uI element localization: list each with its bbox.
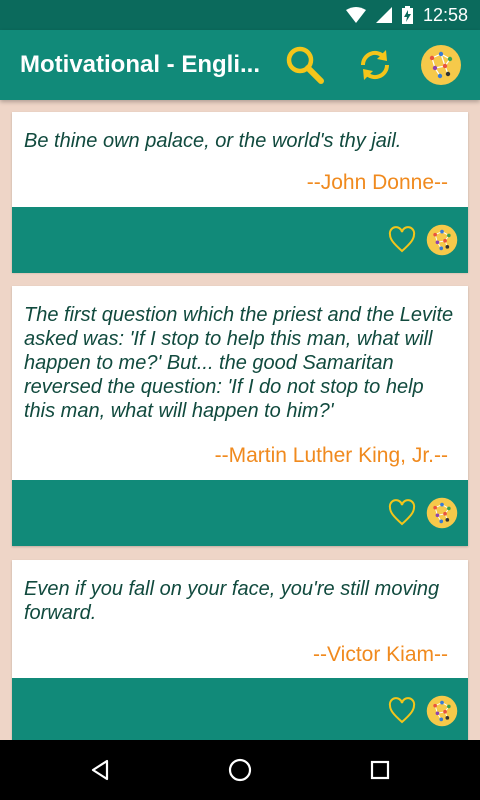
- navigation-bar: [0, 740, 480, 800]
- share-quote-icon[interactable]: [426, 695, 458, 727]
- quote-author: --John Donne--: [306, 171, 448, 194]
- quote-author: --Victor Kiam--: [313, 643, 448, 666]
- quote-text: The first question which the priest and …: [24, 304, 454, 422]
- status-time: 12:58: [422, 4, 468, 25]
- heart-icon[interactable]: [388, 499, 416, 527]
- network-circle-icon: [421, 45, 461, 85]
- card-footer: [12, 480, 468, 546]
- battery-charging-icon: [401, 6, 413, 24]
- quote-card: The first question which the priest and …: [12, 286, 468, 546]
- refresh-button[interactable]: [352, 42, 398, 88]
- back-triangle-icon: [91, 759, 109, 781]
- heart-icon[interactable]: [388, 226, 416, 254]
- magnifier-icon: [286, 46, 324, 84]
- home-button[interactable]: [220, 750, 260, 790]
- home-circle-icon: [228, 758, 252, 782]
- app-bar: Motivational - Engli...: [0, 30, 480, 100]
- status-bar: 12:58: [0, 0, 480, 30]
- back-button[interactable]: [80, 750, 120, 790]
- quote-text: Even if you fall on your face, you're st…: [24, 578, 440, 624]
- share-quote-icon[interactable]: [426, 224, 458, 256]
- search-button[interactable]: [282, 42, 328, 88]
- card-footer: [12, 678, 468, 744]
- status-icons: 12:58: [345, 0, 468, 30]
- share-quote-icon[interactable]: [426, 497, 458, 529]
- card-footer: [12, 207, 468, 273]
- quote-text: Be thine own palace, or the world's thy …: [24, 130, 402, 152]
- share-app-button[interactable]: [418, 42, 464, 88]
- recents-button[interactable]: [360, 750, 400, 790]
- signal-icon: [375, 7, 392, 23]
- app-title: Motivational - Engli...: [20, 51, 260, 78]
- quote-card: Be thine own palace, or the world's thy …: [12, 112, 468, 273]
- wifi-icon: [345, 7, 366, 23]
- refresh-icon: [360, 50, 390, 80]
- recents-square-icon: [370, 760, 390, 780]
- quote-card: Even if you fall on your face, you're st…: [12, 560, 468, 750]
- quote-author: --Martin Luther King, Jr.--: [214, 444, 448, 467]
- heart-icon[interactable]: [388, 697, 416, 725]
